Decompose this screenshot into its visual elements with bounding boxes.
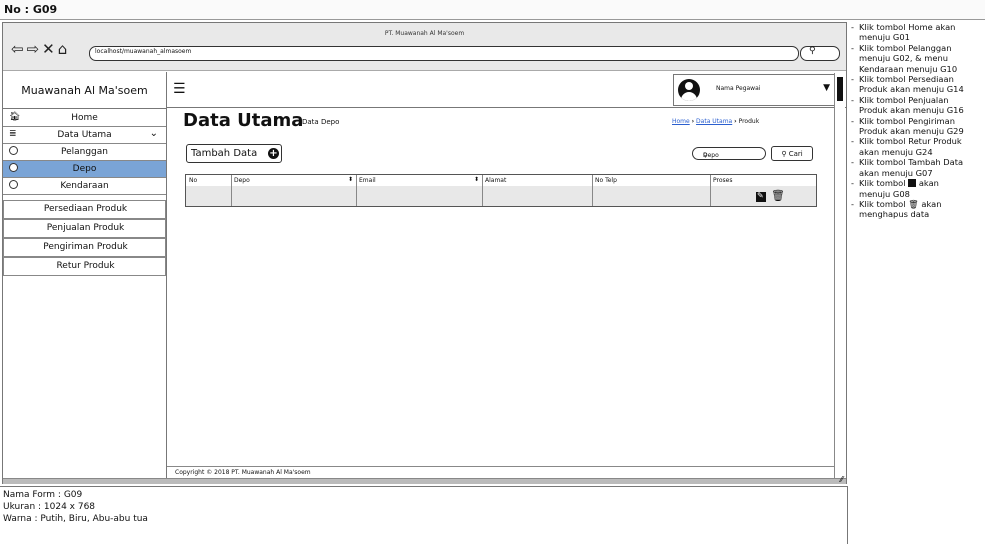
note-item: menuju G01: [859, 32, 910, 43]
sidebar-item-depo[interactable]: Depo: [3, 161, 166, 178]
sidebar-item-pelanggan[interactable]: Pelanggan: [3, 144, 166, 161]
sidebar-item-label: Retur Produk: [56, 261, 115, 271]
sidebar-item-retur[interactable]: Retur Produk: [3, 257, 166, 276]
sidebar-item-label: Pengiriman Produk: [43, 242, 128, 252]
sidebar-menu: 🏠︎ Home ≣ Data Utama ⌄ Pelanggan Depo Ke…: [3, 110, 166, 280]
add-data-button[interactable]: Tambah Data +: [186, 144, 282, 163]
note-item: Kendaraan menuju G10: [859, 63, 958, 74]
brand-name: Muawanah Al Ma'soem: [3, 73, 166, 109]
breadcrumb-data-utama[interactable]: Data Utama: [696, 118, 732, 125]
note-item: - Klik tombol Pelanggan: [851, 42, 952, 53]
resize-grip-icon[interactable]: ⁄⁄: [840, 475, 843, 484]
sidebar-item-penjualan[interactable]: Penjualan Produk: [3, 219, 166, 238]
search-button[interactable]: ⚲ Cari: [771, 146, 813, 161]
status-bar: ⁄⁄: [3, 475, 846, 484]
form-number-label: No : G09: [4, 3, 58, 16]
sidebar-item-home[interactable]: 🏠︎ Home: [3, 110, 166, 127]
sidebar-item-label: Persediaan Produk: [43, 204, 128, 214]
search-icon: ⚲: [809, 46, 816, 56]
note-item: - Klik tombol Home akan: [851, 22, 956, 32]
note-item: Produk akan menuju G14: [859, 84, 964, 95]
sidebar-item-label: Data Utama: [57, 130, 112, 140]
form-number-bar: No : G09: [0, 0, 985, 20]
scrollbar-thumb[interactable]: [837, 77, 843, 101]
close-icon[interactable]: ✕: [42, 40, 58, 58]
breadcrumb-home[interactable]: Home: [672, 118, 690, 125]
edit-icon: [908, 179, 917, 188]
back-icon[interactable]: ⇦: [11, 40, 27, 58]
note-item: menuju G02, & menu: [859, 53, 948, 64]
home-icon[interactable]: ⌂: [58, 40, 71, 58]
trash-icon[interactable]: 🗑︎: [771, 189, 785, 202]
sort-icon[interactable]: ⬍: [474, 176, 479, 183]
plus-circle-icon: +: [268, 148, 279, 159]
note-item: - Klik tombol Tambah Data: [851, 157, 964, 168]
url-text: localhost/muawanah_almasoem: [95, 48, 192, 55]
sidebar-item-label: Pelanggan: [60, 147, 108, 157]
forward-icon[interactable]: ⇨: [27, 40, 43, 58]
form-info-ukuran: Ukuran : 1024 x 768: [3, 502, 96, 512]
note-item: Produk akan menuju G29: [859, 126, 964, 137]
column-header-no: No: [186, 175, 232, 206]
breadcrumb: Home › Data Utama › Produk: [672, 118, 760, 125]
note-item: - Klik tombol Pengiriman: [851, 115, 955, 126]
form-info-warna: Warna : Putih, Biru, Abu-abu tua: [3, 514, 148, 524]
note-item: - Klik tombol Retur Produk: [851, 136, 962, 147]
sidebar-item-label: Home: [71, 113, 98, 123]
sidebar-item-label: Kendaraan: [60, 181, 109, 191]
scrollbar[interactable]: [834, 73, 845, 478]
user-menu[interactable]: Nama Pegawai ▼: [673, 74, 839, 106]
note-item: akan menuju G07: [859, 167, 933, 178]
form-info-nama: Nama Form : G09: [3, 490, 83, 500]
sidebar-item-data-utama[interactable]: ≣ Data Utama ⌄: [3, 127, 166, 144]
form-info: Nama Form : G09 Ukuran : 1024 x 768 Warn…: [0, 486, 848, 544]
annotation-notes: - Klik tombol Home akan menuju G01 - Klik …: [850, 22, 985, 544]
search-value: Depo: [703, 152, 719, 159]
note-item: menuju G08: [859, 188, 910, 199]
hamburger-menu-icon[interactable]: ☰: [173, 81, 186, 97]
sort-icon[interactable]: ⬍: [348, 176, 353, 183]
user-name: Nama Pegawai: [716, 85, 761, 92]
column-header-depo[interactable]: Depo ⬍: [231, 175, 357, 206]
copyright-footer: Copyright © 2018 PT. Muawanah Al Ma'soem: [167, 466, 834, 478]
sidebar-item-label: Depo: [72, 164, 97, 174]
note-item: akan menuju G24: [859, 146, 933, 157]
page-title: Data Utama: [183, 110, 304, 131]
breadcrumb-current: Produk: [738, 118, 760, 125]
note-item: - Klik tombol Penjualan: [851, 94, 949, 105]
page-subtitle: Data Depo: [302, 118, 340, 126]
column-header-alamat: Alamat: [482, 175, 593, 206]
browser-search-button[interactable]: ⚲: [800, 46, 840, 61]
note-item: menghapus data: [859, 209, 930, 220]
note-item: Produk akan menuju G16: [859, 105, 964, 116]
edit-icon[interactable]: [756, 191, 766, 202]
trash-icon: 🗑︎: [908, 198, 919, 209]
search-button-label: Cari: [788, 150, 803, 158]
note-item: - Klik tombol 🗑︎ akan: [851, 198, 942, 209]
top-navbar: ☰ Nama Pegawai ▼: [167, 72, 846, 108]
copyright-text: Copyright © 2018 PT. Muawanah Al Ma'soem: [175, 469, 311, 476]
avatar: [678, 79, 700, 101]
note-item: - Klik tombol akan: [851, 178, 939, 189]
sidebar-item-label: Penjualan Produk: [46, 223, 125, 233]
column-header-email[interactable]: Email ⬍: [356, 175, 483, 206]
note-item: - Klik tombol Persediaan: [851, 74, 954, 85]
sidebar-item-kendaraan[interactable]: Kendaraan: [3, 178, 166, 195]
sidebar-item-persediaan[interactable]: Persediaan Produk: [3, 200, 166, 219]
browser-page-title: PT. Muawanah Al Ma'soem: [384, 30, 465, 37]
data-table: No Depo ⬍ Email ⬍ Alamat No Telp Proses …: [185, 174, 817, 207]
url-bar[interactable]: localhost/muawanah_almasoem: [89, 46, 799, 61]
add-data-label: Tambah Data: [191, 148, 258, 159]
search-input[interactable]: ⚲ Depo: [692, 147, 766, 160]
column-header-no-telp: No Telp: [592, 175, 711, 206]
caret-down-icon: ▼: [823, 83, 830, 93]
browser-chrome: ⇦⇨✕⌂ PT. Muawanah Al Ma'soem localhost/m…: [3, 23, 846, 71]
search-icon: ⚲: [781, 150, 787, 158]
chevron-down-icon: ⌄: [149, 128, 158, 139]
sidebar-item-pengiriman[interactable]: Pengiriman Produk: [3, 238, 166, 257]
